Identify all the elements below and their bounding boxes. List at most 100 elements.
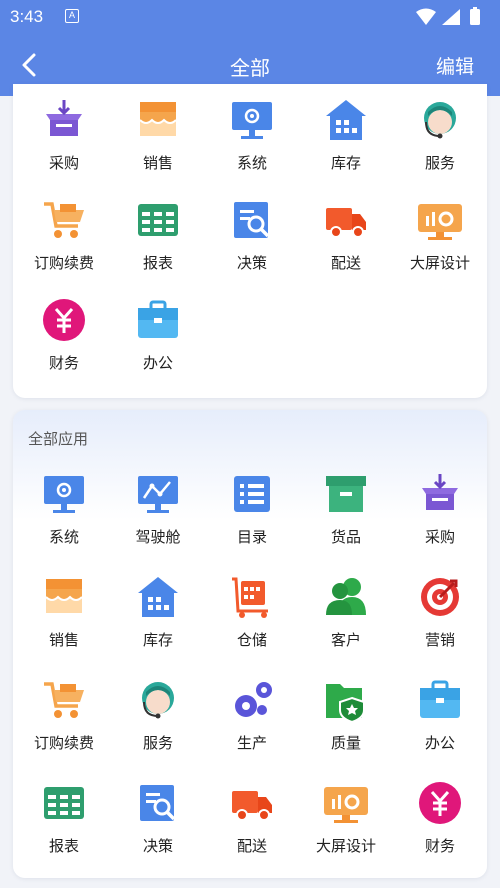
purchase-icon [416, 470, 464, 518]
all-apps-item-label: 配送 [236, 837, 267, 855]
all-apps-item-inventory[interactable]: 库存 [111, 573, 205, 650]
finance-icon [416, 779, 464, 827]
all-apps-item-screen[interactable]: 大屏设计 [299, 779, 393, 856]
favorites-item-label: 配送 [330, 254, 361, 272]
decision-icon [228, 196, 276, 244]
all-apps-item-service[interactable]: 服务 [111, 676, 205, 753]
all-apps-item-cart[interactable]: 订购续费 [17, 676, 111, 753]
all-apps-item-label: 系统 [48, 528, 79, 546]
favorites-item-label: 大屏设计 [409, 254, 470, 272]
production-icon [228, 676, 276, 724]
all-apps-item-label: 决策 [142, 837, 173, 855]
catalog-icon [228, 470, 276, 518]
all-apps-title: 全部应用 [28, 430, 89, 448]
sales-icon [40, 573, 88, 621]
all-apps-item-label: 客户 [330, 631, 361, 649]
all-apps-item-label: 采购 [424, 528, 455, 546]
cart-icon [40, 196, 88, 244]
favorites-item-label: 系统 [236, 154, 267, 172]
all-apps-item-office[interactable]: 办公 [393, 676, 487, 753]
all-apps-item-production[interactable]: 生产 [205, 676, 299, 753]
report-icon [134, 196, 182, 244]
screen-icon [416, 196, 464, 244]
favorites-item-label: 订购续费 [33, 254, 94, 272]
favorites-item-delivery[interactable]: 配送 [299, 196, 393, 273]
finance-icon [40, 296, 88, 344]
customer-icon [322, 573, 370, 621]
all-apps-item-catalog[interactable]: 目录 [205, 470, 299, 547]
delivery-icon [322, 196, 370, 244]
all-apps-item-marketing[interactable]: 营销 [393, 573, 487, 650]
all-apps-item-decision[interactable]: 决策 [111, 779, 205, 856]
all-apps-item-goods[interactable]: 货品 [299, 470, 393, 547]
favorites-item-sales[interactable]: 销售 [111, 96, 205, 173]
favorites-item-label: 销售 [142, 154, 173, 172]
all-apps-card: 全部应用 系统 驾驶舱 目录 货品 采购销售 库存 仓储 客户 营销订购续费 服务 生产 质量 办公报表… [13, 410, 487, 878]
all-apps-item-label: 生产 [236, 734, 267, 752]
all-apps-item-warehouse[interactable]: 仓储 [205, 573, 299, 650]
screen-icon [322, 779, 370, 827]
favorites-item-report[interactable]: 报表 [111, 196, 205, 273]
favorites-item-service[interactable]: 服务 [393, 96, 487, 173]
status-time: 3:43 [10, 7, 44, 26]
decision-icon [134, 779, 182, 827]
all-apps-item-label: 库存 [142, 631, 173, 649]
all-apps-item-label: 质量 [330, 734, 361, 752]
office-icon [416, 676, 464, 724]
favorites-item-label: 财务 [48, 354, 79, 372]
favorites-item-purchase[interactable]: 采购 [17, 96, 111, 173]
all-apps-item-system[interactable]: 系统 [17, 470, 111, 547]
status-bar: 3:43 A [0, 0, 500, 34]
all-apps-item-quality[interactable]: 质量 [299, 676, 393, 753]
all-apps-item-sales[interactable]: 销售 [17, 573, 111, 650]
favorites-item-system[interactable]: 系统 [205, 96, 299, 173]
all-apps-item-cockpit[interactable]: 驾驶舱 [111, 470, 205, 547]
office-icon [134, 296, 182, 344]
all-apps-item-label: 办公 [424, 734, 455, 752]
inventory-icon [134, 573, 182, 621]
favorites-item-label: 服务 [424, 154, 455, 172]
all-apps-item-label: 营销 [424, 631, 455, 649]
favorites-item-label: 库存 [330, 154, 361, 172]
service-icon [134, 676, 182, 724]
all-apps-item-label: 货品 [330, 528, 361, 546]
favorites-item-decision[interactable]: 决策 [205, 196, 299, 273]
report-icon [40, 779, 88, 827]
all-apps-item-customer[interactable]: 客户 [299, 573, 393, 650]
all-apps-item-purchase[interactable]: 采购 [393, 470, 487, 547]
purchase-icon [40, 96, 88, 144]
all-apps-item-finance[interactable]: 财务 [393, 779, 487, 856]
favorites-item-inventory[interactable]: 库存 [299, 96, 393, 173]
all-apps-item-report[interactable]: 报表 [17, 779, 111, 856]
notification-icon: A [65, 9, 79, 23]
warehouse-icon [228, 573, 276, 621]
favorites-item-office[interactable]: 办公 [111, 296, 205, 373]
all-apps-item-delivery[interactable]: 配送 [205, 779, 299, 856]
page-title: 全部 [230, 56, 270, 80]
marketing-icon [416, 573, 464, 621]
delivery-icon [228, 779, 276, 827]
system-icon [228, 96, 276, 144]
all-apps-item-label: 大屏设计 [315, 837, 376, 855]
favorites-item-screen[interactable]: 大屏设计 [393, 196, 487, 273]
goods-icon [322, 470, 370, 518]
cockpit-icon [134, 470, 182, 518]
favorites-item-cart[interactable]: 订购续费 [17, 196, 111, 273]
edit-button[interactable]: 编辑 [436, 52, 474, 79]
all-apps-item-label: 仓储 [236, 631, 267, 649]
all-apps-item-label: 订购续费 [33, 734, 94, 752]
favorites-item-label: 决策 [236, 254, 267, 272]
all-apps-item-label: 服务 [142, 734, 173, 752]
signal-icon [442, 9, 460, 25]
all-apps-item-label: 销售 [48, 631, 79, 649]
favorites-item-label: 采购 [48, 154, 79, 172]
all-apps-item-label: 财务 [424, 837, 455, 855]
all-apps-item-label: 驾驶舱 [135, 528, 181, 546]
favorites-item-label: 报表 [142, 254, 173, 272]
status-indicators [414, 7, 490, 31]
quality-icon [322, 676, 370, 724]
inventory-icon [322, 96, 370, 144]
favorites-item-finance[interactable]: 财务 [17, 296, 111, 373]
all-apps-item-label: 目录 [236, 528, 267, 546]
sales-icon [134, 96, 182, 144]
